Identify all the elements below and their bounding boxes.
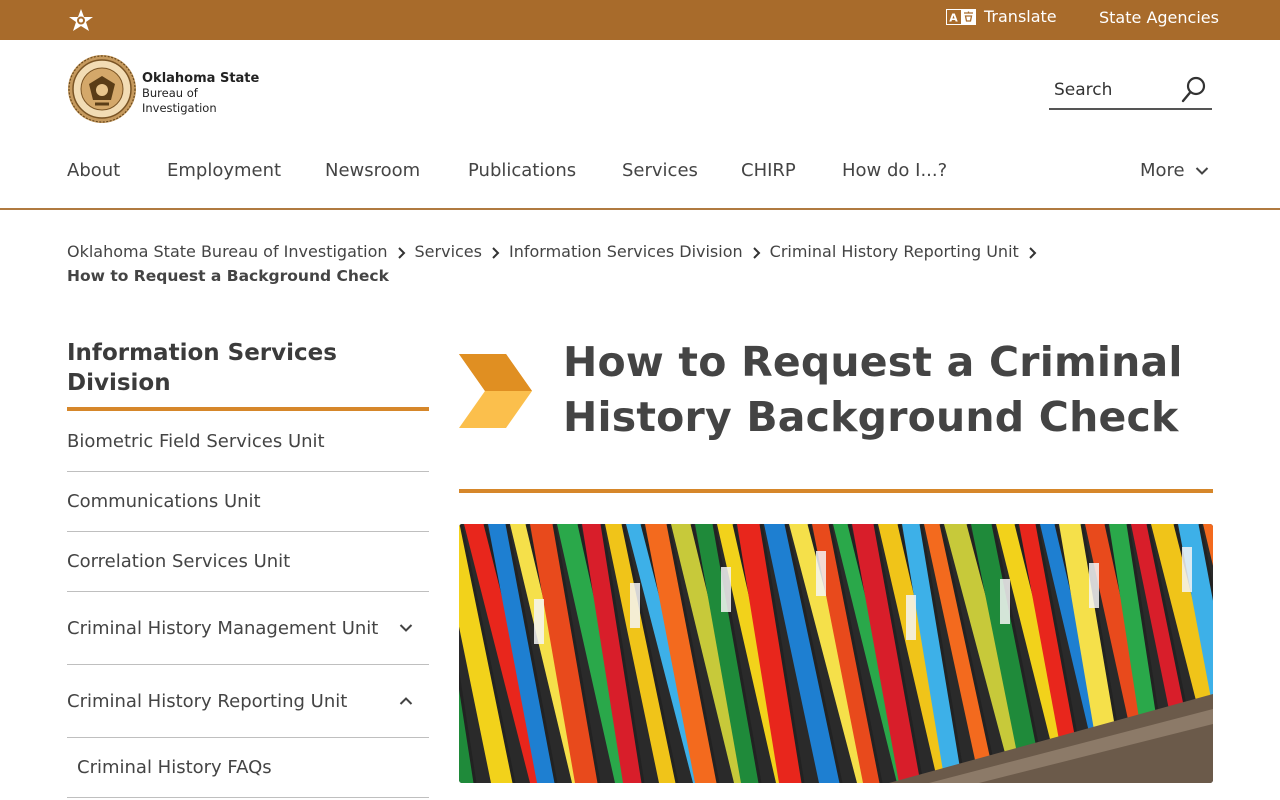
file-folders-image — [459, 524, 1213, 783]
nav-publications[interactable]: Publications — [468, 160, 576, 181]
breadcrumb-link-services[interactable]: Services — [415, 242, 482, 261]
hero-image-file-folders — [459, 524, 1213, 783]
page-title: How to Request a Criminal History Backgr… — [563, 335, 1223, 445]
folder-label-tab — [1182, 547, 1192, 592]
sidebar-divider — [67, 407, 429, 411]
oklahoma-star-icon[interactable] — [68, 8, 94, 32]
folder-label-tab — [630, 583, 640, 628]
title-divider — [459, 489, 1213, 493]
chevron-right-icon — [752, 246, 761, 259]
nav-about[interactable]: About — [67, 160, 120, 181]
state-agencies-link[interactable]: State Agencies — [1099, 8, 1219, 27]
sidebar-item-label: Criminal History Reporting Unit — [67, 690, 348, 712]
chevron-right-icon — [397, 246, 405, 259]
folder-label-tab — [816, 551, 826, 596]
folder-label-tab — [534, 599, 544, 644]
chevron-accent-icon — [459, 354, 532, 428]
sidebar-subitem-ch-faqs[interactable]: Criminal History FAQs — [67, 738, 429, 798]
sidebar-item-ch-reporting[interactable]: Criminal History Reporting Unit — [67, 665, 429, 738]
folder-label-tab — [1000, 579, 1010, 624]
logo-line-2: Bureau of — [142, 86, 198, 100]
chevron-right-icon — [492, 246, 500, 259]
chevron-right-icon — [1029, 246, 1037, 259]
breadcrumb-link-isd[interactable]: Information Services Division — [509, 242, 743, 261]
nav-how-do-i[interactable]: How do I...? — [842, 160, 947, 181]
sidebar-title: Information Services Division — [67, 340, 337, 396]
folder-label-tab — [1089, 563, 1099, 608]
sidebar-item-label: Criminal History FAQs — [77, 757, 272, 778]
svg-text:A: A — [949, 11, 958, 24]
osbi-seal-logo — [68, 55, 136, 123]
chevron-up-icon[interactable] — [399, 696, 413, 706]
sidebar-item-ch-management[interactable]: Criminal History Management Unit — [67, 592, 429, 665]
page-title-line-2: History Background Check — [563, 393, 1179, 441]
nav-more-label: More — [1140, 160, 1185, 181]
search-button[interactable] — [1180, 76, 1208, 104]
sidebar-item-correlation[interactable]: Correlation Services Unit — [67, 532, 429, 592]
sidebar-item-label: Correlation Services Unit — [67, 551, 291, 572]
breadcrumb: Oklahoma State Bureau of Investigation Se… — [67, 240, 1217, 288]
breadcrumb-current: How to Request a Background Check — [67, 267, 389, 285]
sidebar-item-label: Criminal History Management Unit — [67, 617, 379, 639]
nav-services[interactable]: Services — [622, 160, 698, 181]
sidebar-item-communications[interactable]: Communications Unit — [67, 472, 429, 532]
logo-text: Oklahoma State Bureau of Investigation — [142, 71, 259, 116]
chevron-down-icon[interactable] — [399, 623, 413, 633]
translate-button[interactable]: A Translate — [946, 7, 1057, 26]
nav-chirp[interactable]: CHIRP — [741, 160, 796, 181]
breadcrumb-link-home[interactable]: Oklahoma State Bureau of Investigation — [67, 242, 388, 261]
logo-line-1: Oklahoma State — [142, 71, 260, 86]
nav-employment[interactable]: Employment — [167, 160, 281, 181]
nav-more-button[interactable]: More — [1140, 160, 1209, 181]
sidebar-item-biometric[interactable]: Biometric Field Services Unit — [67, 412, 429, 472]
page-title-line-1: How to Request a Criminal — [563, 338, 1183, 386]
search-input[interactable] — [1054, 77, 1174, 103]
sidebar-item-label: Biometric Field Services Unit — [67, 431, 325, 452]
logo-line-3: Investigation — [142, 101, 217, 115]
sidebar-item-label: Communications Unit — [67, 491, 261, 512]
folder-label-tab — [721, 567, 731, 612]
search-box — [1049, 72, 1212, 110]
translate-icon: A — [946, 8, 976, 25]
folder-label-tab — [906, 595, 916, 640]
translate-label: Translate — [984, 7, 1057, 26]
search-icon — [1181, 76, 1206, 103]
top-utility-bar: A Translate State Agencies — [0, 0, 1280, 40]
chevron-down-icon — [1195, 166, 1208, 175]
nav-newsroom[interactable]: Newsroom — [325, 160, 420, 181]
breadcrumb-link-chru[interactable]: Criminal History Reporting Unit — [770, 242, 1019, 261]
main-navigation: About Employment Newsroom Publications S… — [0, 150, 1280, 210]
